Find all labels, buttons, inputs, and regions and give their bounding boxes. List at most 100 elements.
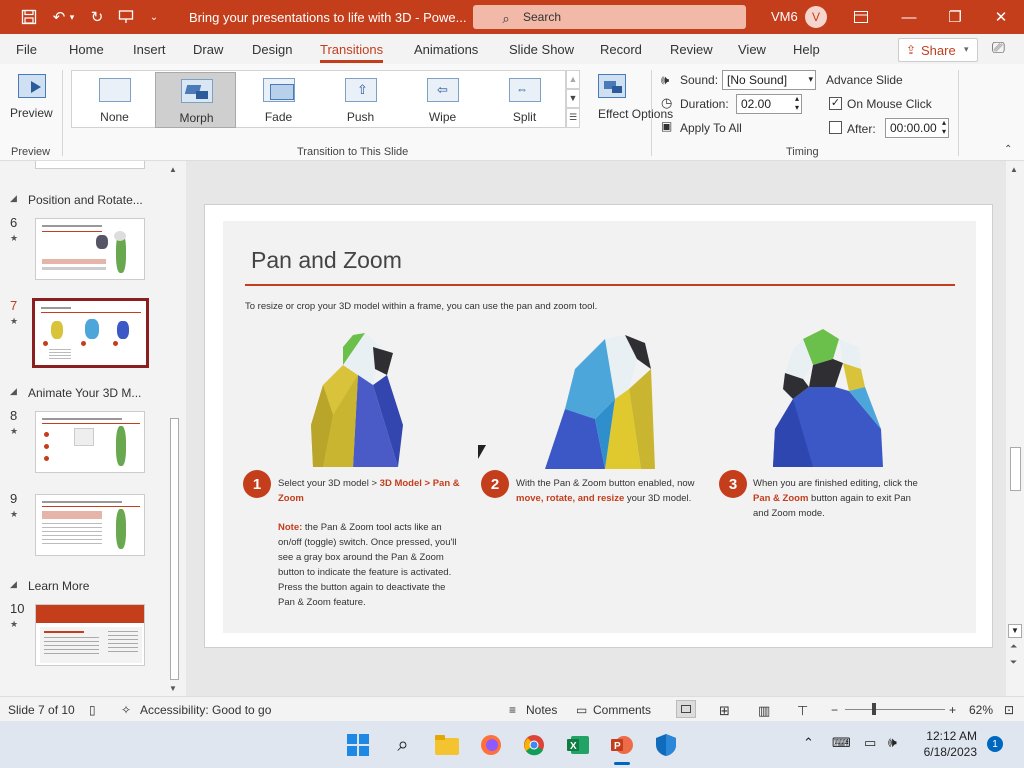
note-text[interactable]: Note: the Pan & Zoom tool acts like an o… [278, 520, 458, 610]
scroll-up-icon[interactable]: ▲ [169, 165, 177, 174]
volume-icon[interactable]: 🕪 [888, 734, 897, 751]
after-checkbox[interactable] [829, 121, 842, 134]
firefox-icon[interactable] [477, 731, 505, 759]
accessibility-icon[interactable]: ✧ [121, 703, 131, 717]
preview-button[interactable]: Preview [8, 70, 54, 130]
excel-icon[interactable]: X [564, 731, 592, 759]
slide-thumbnail-7[interactable] [32, 298, 149, 368]
notes-button[interactable]: Notes [526, 703, 557, 717]
avatar[interactable]: V [805, 6, 827, 28]
section-learn-more[interactable]: Learn More [28, 579, 89, 593]
zoom-level[interactable]: 62% [969, 703, 993, 717]
minimize-icon[interactable]: — [898, 6, 920, 28]
file-explorer-icon[interactable] [433, 731, 461, 759]
section-collapse-icon[interactable]: ◢ [10, 193, 17, 204]
tab-transitions[interactable]: Transitions [320, 42, 384, 63]
transition-split[interactable]: ⇔ Split [484, 72, 565, 128]
present-icon[interactable] [115, 6, 137, 28]
fit-slide-icon[interactable]: ⊡ [1004, 703, 1014, 717]
tab-record[interactable]: Record [600, 42, 642, 57]
zoom-in-button[interactable]: + [949, 703, 956, 717]
collapse-ribbon-icon[interactable]: ⌃ [1004, 144, 1012, 155]
keyboard-icon[interactable]: ⌨ [832, 735, 851, 751]
slide-thumbnail-10[interactable] [35, 604, 145, 666]
after-field[interactable]: 00:00.00 ▴ ▾ [885, 118, 949, 138]
tab-review[interactable]: Review [670, 42, 713, 57]
previous-slide-icon[interactable]: ⏶ [1010, 641, 1017, 652]
tab-home[interactable]: Home [69, 42, 104, 57]
slide-intro-text[interactable]: To resize or crop your 3D model within a… [245, 301, 597, 312]
notification-badge[interactable]: 1 [987, 736, 1003, 752]
tab-animations[interactable]: Animations [414, 42, 478, 57]
slide-thumbnail-8[interactable] [35, 411, 145, 473]
step-1-text[interactable]: Select your 3D model > 3D Model > Pan & … [278, 476, 463, 506]
section-collapse-icon[interactable]: ◢ [10, 386, 17, 397]
zoom-slider-thumb[interactable] [872, 703, 876, 715]
slide-thumbnail-9[interactable] [35, 494, 145, 556]
customize-toolbar-icon[interactable]: ⌄ [143, 6, 165, 28]
restore-icon[interactable]: ❐ [944, 6, 966, 28]
close-icon[interactable]: ✕ [990, 6, 1012, 28]
normal-view-button[interactable] [676, 700, 696, 718]
slide-title[interactable]: Pan and Zoom [251, 247, 402, 274]
spinner-icon[interactable]: ▴ ▾ [795, 94, 799, 112]
gallery-more-button[interactable]: ☰ [566, 108, 580, 128]
transition-morph[interactable]: Morph [155, 72, 236, 128]
tab-view[interactable]: View [738, 42, 766, 57]
clock-date[interactable]: 6/18/2023 [921, 745, 977, 759]
tab-insert[interactable]: Insert [133, 42, 166, 57]
section-collapse-icon[interactable]: ◢ [10, 579, 17, 590]
powerpoint-icon[interactable]: P [608, 731, 636, 759]
reading-view-icon[interactable]: ▥ [758, 703, 770, 719]
on-mouse-click-checkbox[interactable]: ✓ [829, 97, 842, 110]
show-hidden-icons[interactable]: ⌃ [803, 735, 814, 751]
scroll-thumb[interactable] [1010, 447, 1021, 491]
share-button[interactable]: ⇪ Share ▾ [898, 38, 978, 62]
clock-time[interactable]: 12:12 AM [921, 729, 977, 743]
step-3-text[interactable]: When you are finished editing, click the… [753, 476, 923, 521]
accessibility-status[interactable]: Accessibility: Good to go [140, 703, 271, 717]
slide-scrollbar[interactable]: ▲ ▼ ⏶ ⏷ [1006, 161, 1024, 696]
tab-slide-show[interactable]: Slide Show [509, 42, 574, 57]
transition-none[interactable]: None [74, 72, 155, 128]
undo-dropdown-icon[interactable]: ▾ [66, 6, 78, 28]
step-2-text[interactable]: With the Pan & Zoom button enabled, now … [516, 476, 711, 506]
slide[interactable]: Pan and Zoom To resize or crop your 3D m… [204, 204, 993, 648]
scroll-down-icon[interactable]: ▼ [1008, 624, 1022, 638]
scroll-thumb[interactable] [170, 418, 179, 680]
scroll-up-icon[interactable]: ▲ [1010, 165, 1018, 174]
next-slide-icon[interactable]: ⏷ [1010, 657, 1017, 668]
spelling-icon[interactable]: ▯ [89, 703, 96, 717]
section-animate-3d[interactable]: Animate Your 3D M... [28, 386, 141, 400]
duration-field[interactable]: 02.00 ▴ ▾ [736, 94, 802, 114]
sound-dropdown[interactable]: [No Sound] ▾ [722, 70, 816, 90]
thumbnail-5-partial[interactable] [35, 161, 145, 169]
zoom-out-button[interactable]: − [831, 703, 838, 717]
transition-push[interactable]: ⇧ Push [320, 72, 401, 128]
slide-sorter-icon[interactable]: ⊞ [719, 703, 730, 719]
slide-thumbnail-6[interactable] [35, 218, 145, 280]
thumbnail-scrollbar[interactable]: ▲ ▼ [166, 163, 182, 696]
parrot-3d-model-1[interactable] [303, 325, 413, 467]
tab-design[interactable]: Design [252, 42, 292, 57]
defender-icon[interactable] [652, 731, 680, 759]
slide-show-icon[interactable]: ⊤ [797, 703, 808, 719]
search-input[interactable]: ⌕ Search [473, 5, 746, 29]
parrot-3d-model-2[interactable] [545, 329, 660, 469]
gallery-scroll-down[interactable]: ▼ [566, 89, 580, 108]
chrome-icon[interactable] [520, 731, 548, 759]
comments-pane-icon[interactable]: ⎚ [992, 40, 1005, 58]
tab-file[interactable]: File [16, 42, 37, 57]
save-icon[interactable] [18, 6, 40, 28]
tab-draw[interactable]: Draw [193, 42, 223, 57]
zoom-slider[interactable] [845, 709, 945, 710]
effect-options-button[interactable]: Effect Options [588, 70, 673, 140]
start-icon[interactable] [344, 731, 372, 759]
parrot-3d-model-3[interactable] [763, 329, 888, 467]
tab-help[interactable]: Help [793, 42, 820, 57]
transition-fade[interactable]: Fade [238, 72, 319, 128]
transition-wipe[interactable]: ⇦ Wipe [402, 72, 483, 128]
gallery-scroll-up[interactable]: ▲ [566, 70, 580, 89]
network-icon[interactable]: ▭ [864, 735, 876, 751]
scroll-down-icon[interactable]: ▼ [169, 684, 177, 693]
